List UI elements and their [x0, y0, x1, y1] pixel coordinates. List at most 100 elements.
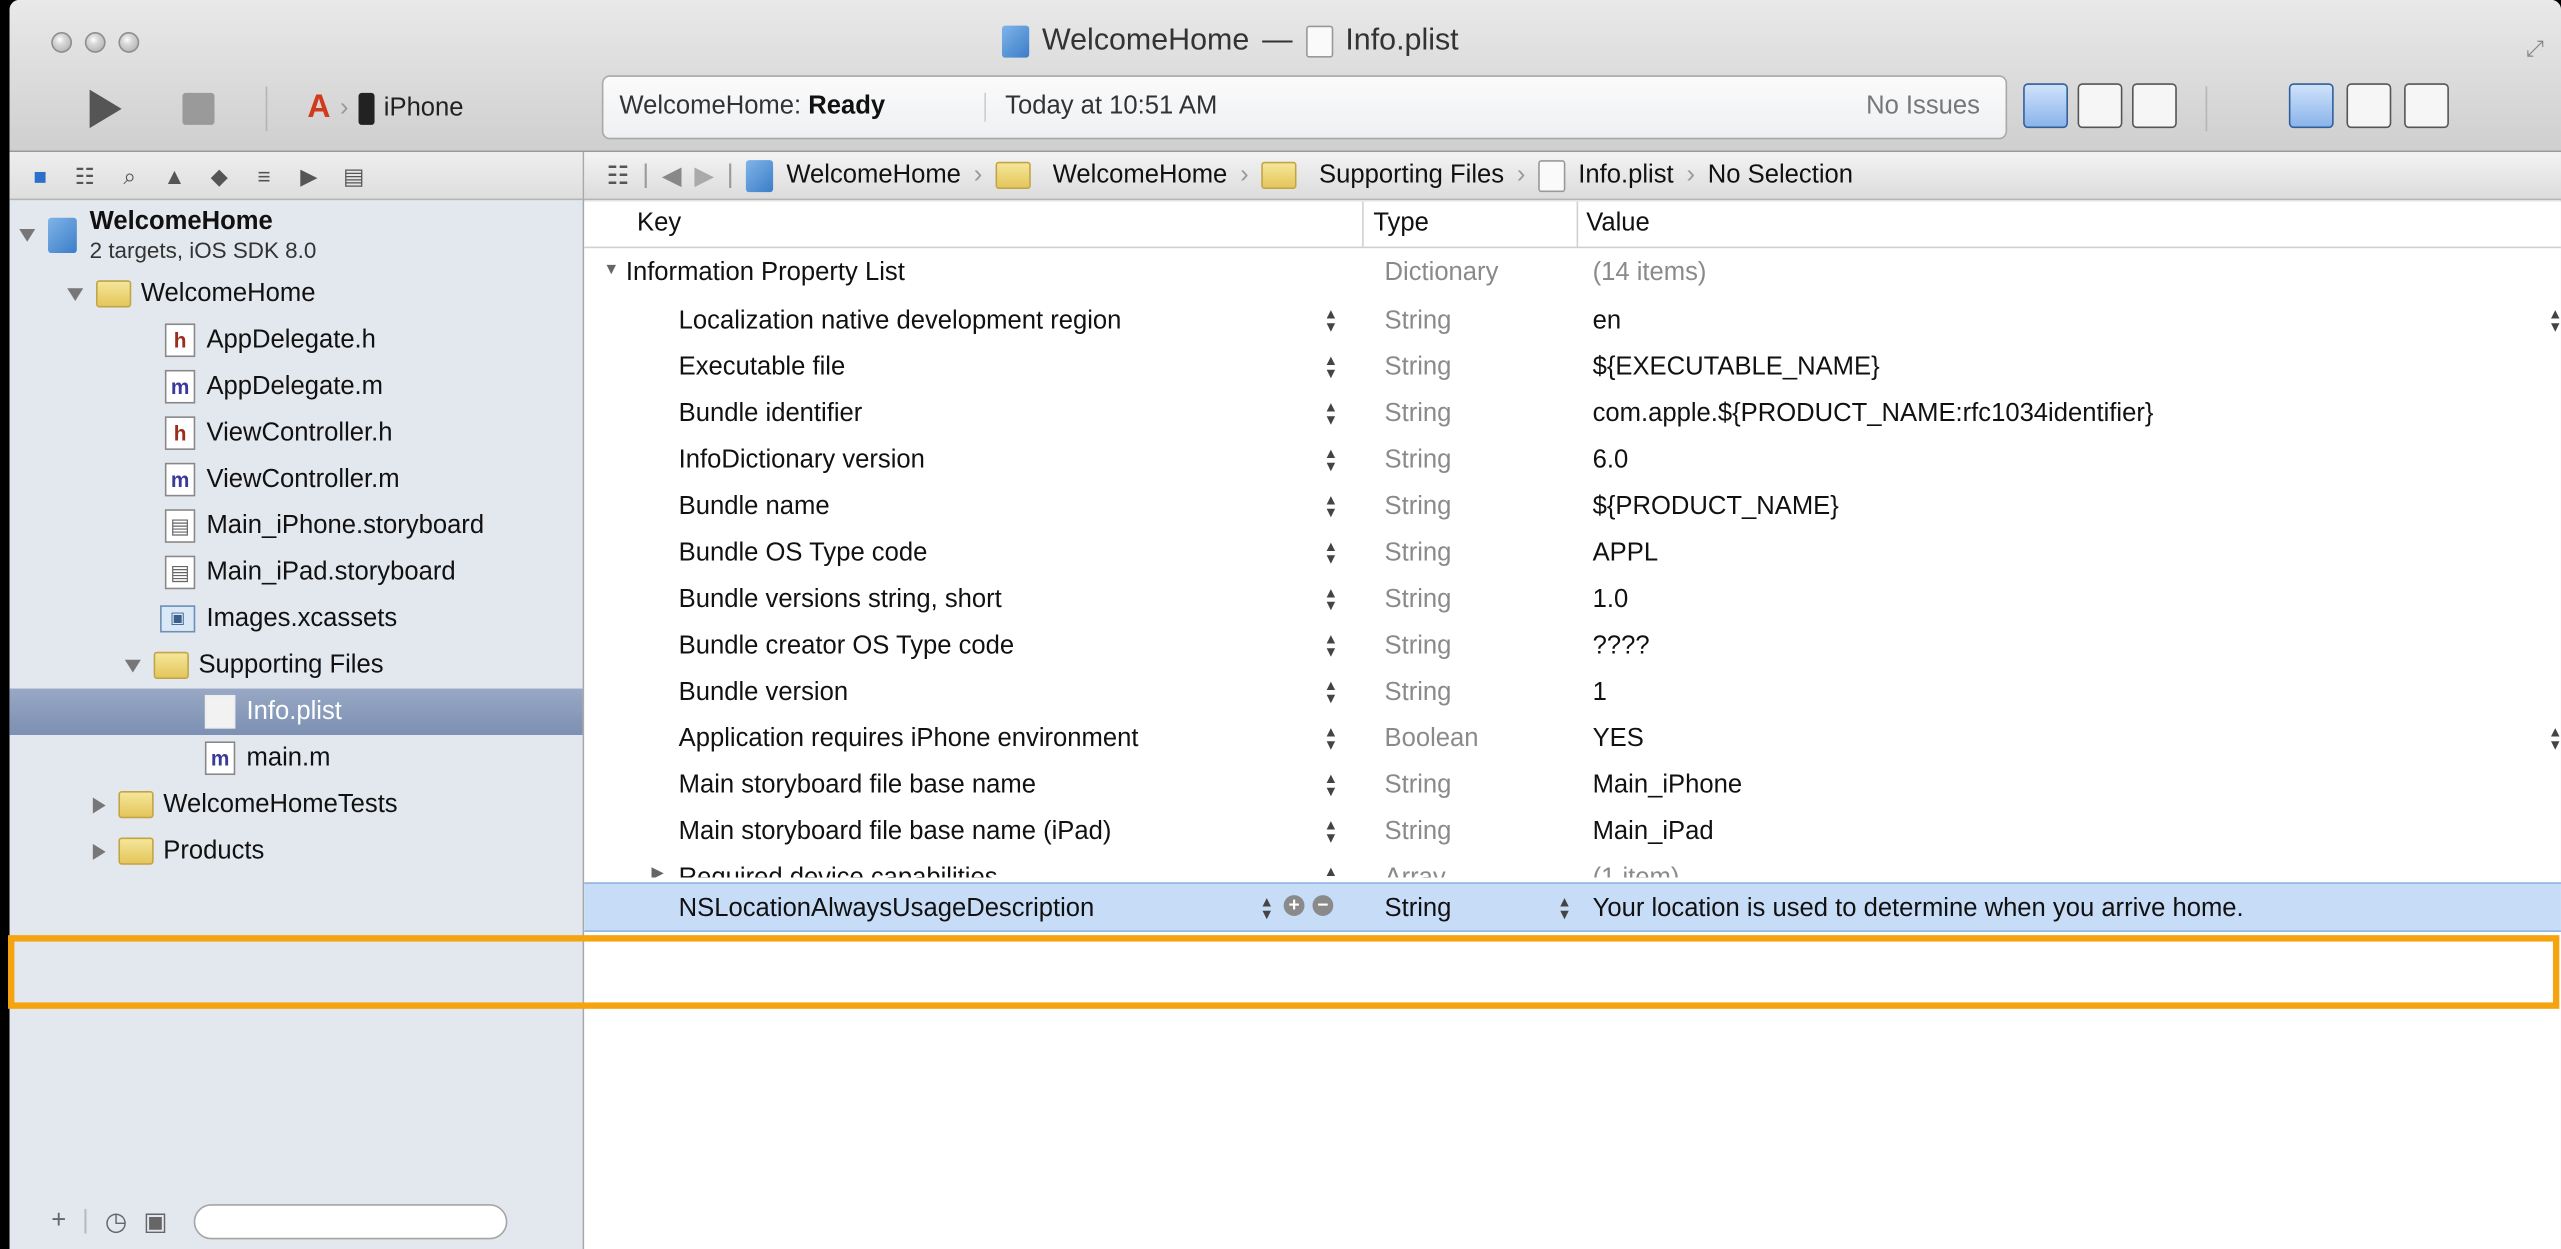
key-stepper-icon[interactable]: ▲▼	[1324, 585, 1338, 612]
forward-icon[interactable]: ▶	[694, 159, 714, 191]
plist-row[interactable]: Bundle version ▲ ▼ String 1	[584, 669, 2561, 715]
disclosure-triangle-icon[interactable]	[67, 287, 84, 301]
plist-value[interactable]: Your location is used to determine when …	[1593, 895, 2244, 924]
key-stepper-icon[interactable]: ▲▼	[1324, 307, 1338, 334]
breadcrumb-group[interactable]: WelcomeHome	[1053, 161, 1228, 190]
breadcrumb-selection[interactable]: No Selection	[1708, 161, 1853, 190]
plist-row[interactable]: Bundle OS Type code ▲ ▼ String APPL	[584, 530, 2561, 576]
zoom-button[interactable]	[118, 32, 140, 53]
tree-item-viewcontroller-h[interactable]: h ViewController.h	[10, 410, 583, 456]
plist-row-partial[interactable]: ▶ Required device capabilities ▲▼ Array …	[584, 855, 2561, 878]
disclosure-triangle-icon[interactable]	[124, 658, 141, 672]
key-stepper-icon[interactable]: ▲▼	[1324, 446, 1338, 473]
plist-value[interactable]: APPL	[1593, 540, 1658, 569]
plist-value[interactable]: ????	[1593, 633, 1650, 662]
key-stepper-icon[interactable]: ▲▼	[1324, 771, 1338, 798]
plist-value[interactable]: 6.0	[1593, 447, 1629, 476]
scheme-selector[interactable]: A › iPhone	[307, 90, 463, 127]
plist-value[interactable]: 1	[1593, 679, 1607, 708]
tree-item-welcomehome-group[interactable]: WelcomeHome	[10, 271, 583, 317]
toggle-navigator-button[interactable]	[2288, 83, 2334, 129]
key-stepper-icon[interactable]: ▲▼	[1324, 725, 1338, 752]
symbol-navigator-icon[interactable]: ☷	[74, 164, 96, 186]
key-stepper-icon[interactable]: ▲▼	[1324, 492, 1338, 519]
warning-icon[interactable]: ▲	[163, 164, 185, 186]
close-button[interactable]	[51, 32, 73, 53]
plist-row[interactable]: Application requires iPhone environment …	[584, 716, 2561, 762]
value-stepper-icon[interactable]: ▲▼	[2548, 307, 2561, 334]
key-stepper-icon[interactable]: ▲▼	[1324, 678, 1338, 705]
key-stepper-icon[interactable]: ▲▼	[1324, 632, 1338, 659]
key-stepper-icon[interactable]: ▲▼	[1324, 817, 1338, 844]
column-header-key[interactable]: Key	[637, 210, 681, 239]
type-stepper-icon[interactable]: ▲ ▼	[1557, 894, 1571, 921]
folder-icon[interactable]: ■	[29, 164, 51, 186]
add-row-icon[interactable]: +	[1283, 894, 1305, 916]
plist-row[interactable]: Main storyboard file base name ▲ ▼ String…	[584, 762, 2561, 808]
key-stepper-icon[interactable]: ▲▼	[1324, 400, 1338, 427]
plist-value[interactable]: Main_iPhone	[1593, 772, 1743, 801]
disclosure-triangle-icon[interactable]: ▶	[651, 865, 663, 878]
key-stepper-icon[interactable]: ▲▼	[1260, 894, 1274, 921]
standard-editor-button[interactable]	[2023, 83, 2068, 129]
tree-item-main-iphone-storyboard[interactable]: ▤ Main_iPhone.storyboard	[10, 503, 583, 549]
plist-value[interactable]: ${PRODUCT_NAME}	[1593, 493, 1839, 522]
tree-item-images-xcassets[interactable]: ▣ Images.xcassets	[10, 596, 583, 642]
column-header-type[interactable]: Type	[1373, 210, 1429, 239]
log-icon[interactable]: ▤	[343, 164, 365, 186]
tree-item-appdelegate-h[interactable]: h AppDelegate.h	[10, 317, 583, 363]
disclosure-triangle-icon[interactable]	[19, 228, 36, 242]
plist-key[interactable]: NSLocationAlwaysUsageDescription	[679, 895, 1095, 924]
search-icon[interactable]: ⌕	[118, 164, 140, 186]
plist-row[interactable]: Bundle name ▲ ▼ String ${PRODUCT_NAME}	[584, 484, 2561, 530]
tree-item-main-m[interactable]: m main.m	[10, 735, 583, 781]
plist-row[interactable]: Bundle identifier ▲ ▼ String com.apple.${…	[584, 391, 2561, 437]
plist-value[interactable]: YES	[1593, 725, 1644, 754]
column-header-value[interactable]: Value	[1586, 210, 1650, 239]
test-navigator-icon[interactable]: ◆	[208, 164, 230, 186]
tree-item-viewcontroller-m[interactable]: m ViewController.m	[10, 456, 583, 502]
plist-type[interactable]: String	[1385, 895, 1452, 924]
disclosure-triangle-icon[interactable]	[92, 843, 106, 860]
plist-value[interactable]: Main_iPad	[1593, 818, 1714, 847]
plist-row[interactable]: Bundle versions string, short ▲ ▼ String …	[584, 576, 2561, 622]
plist-value[interactable]: 1.0	[1593, 586, 1629, 615]
plist-value[interactable]: ${EXECUTABLE_NAME}	[1593, 354, 1880, 383]
toggle-utilities-button[interactable]	[2404, 83, 2449, 129]
stop-button[interactable]	[182, 92, 215, 125]
plist-row[interactable]: Main storyboard file base name (iPad) ▲ ▼…	[584, 809, 2561, 855]
breakpoint-icon[interactable]: ▶	[298, 164, 320, 186]
toggle-debug-area-button[interactable]	[2346, 83, 2392, 129]
breadcrumb-project[interactable]: WelcomeHome	[786, 161, 961, 190]
minimize-button[interactable]	[84, 32, 106, 53]
tree-item-info-plist[interactable]: Info.plist	[9, 688, 583, 735]
plist-row[interactable]: Bundle creator OS Type code ▲ ▼ String ??…	[584, 623, 2561, 669]
disclosure-triangle-icon[interactable]: ▼	[603, 261, 619, 279]
fullscreen-icon[interactable]: ⤢	[2526, 35, 2548, 61]
disclosure-triangle-icon[interactable]	[92, 796, 106, 813]
plist-row[interactable]: Executable file ▲ ▼ String ${EXECUTABLE_N…	[584, 344, 2561, 390]
plist-value[interactable]: en	[1593, 307, 1621, 336]
assistant-editor-button[interactable]	[2077, 83, 2123, 129]
back-icon[interactable]: ◀	[662, 159, 682, 191]
tree-item-products[interactable]: Products	[10, 828, 583, 874]
plist-root-row[interactable]: ▼ Information Property List Dictionary (…	[584, 250, 2561, 296]
tree-item-appdelegate-m[interactable]: m AppDelegate.m	[10, 363, 583, 409]
add-button[interactable]: +	[51, 1207, 66, 1236]
breadcrumb-file[interactable]: Info.plist	[1578, 161, 1673, 190]
filter-input[interactable]	[193, 1204, 507, 1240]
key-stepper-icon[interactable]: ▲▼	[1324, 864, 1338, 878]
value-stepper-icon[interactable]: ▲▼	[2548, 725, 2561, 752]
debug-navigator-icon[interactable]: ≡	[253, 164, 275, 186]
project-row[interactable]: WelcomeHome 2 targets, iOS SDK 8.0	[10, 203, 583, 267]
plist-row-selected[interactable]: NSLocationAlwaysUsageDescription ▲ ▼ + − …	[584, 882, 2561, 932]
breadcrumb-supporting-files[interactable]: Supporting Files	[1319, 161, 1504, 190]
version-editor-button[interactable]	[2131, 83, 2177, 129]
remove-row-icon[interactable]: −	[1312, 894, 1334, 916]
unsaved-files-icon[interactable]: ▣	[143, 1206, 167, 1238]
related-items-icon[interactable]: ☷	[607, 159, 630, 191]
key-stepper-icon[interactable]: ▲▼	[1324, 539, 1338, 566]
issues-indicator[interactable]: No Issues	[1866, 93, 1980, 122]
tree-item-welcomehometests[interactable]: WelcomeHomeTests	[10, 781, 583, 827]
key-stepper-icon[interactable]: ▲▼	[1324, 353, 1338, 380]
